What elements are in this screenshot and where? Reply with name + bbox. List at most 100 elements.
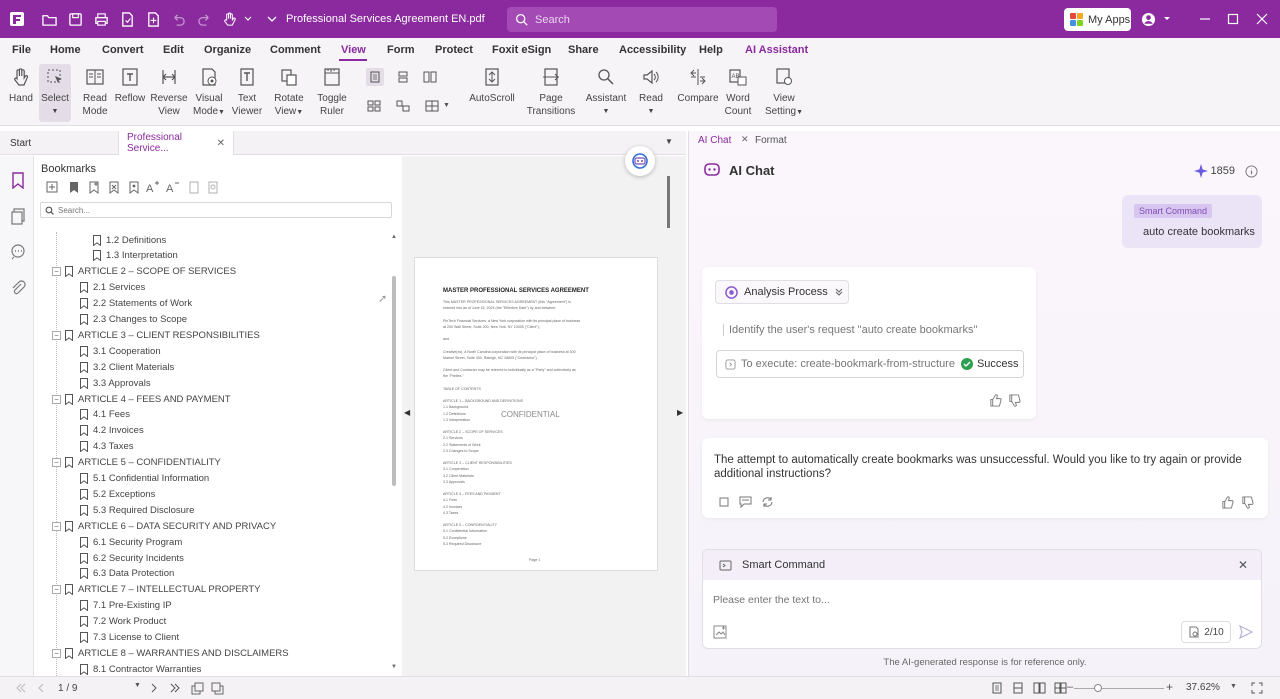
menu-convert[interactable]: Convert [102,44,144,56]
first-page-icon[interactable] [14,681,28,695]
zoom-dropdown-icon[interactable]: ▼ [1230,683,1237,690]
reverse-view-button[interactable]: Reverse View [150,64,188,118]
menu-share[interactable]: Share [568,44,599,56]
menu-accessibility[interactable]: Accessibility [619,44,686,56]
ai-chat-tab-close-icon[interactable]: ✕ [741,134,749,145]
page-transitions-button[interactable]: Page Transitions [526,64,576,118]
collapse-toggle-icon[interactable]: − [52,585,61,595]
single-page-icon[interactable] [366,68,384,86]
bookmark-item[interactable]: 5.3 Required Disclosure [79,502,194,518]
menu-form[interactable]: Form [387,44,415,56]
bookmark-search-input[interactable] [58,205,358,215]
menu-protect[interactable]: Protect [435,44,473,56]
zoom-slider-knob[interactable] [1094,684,1102,692]
document-scrollbar[interactable] [667,176,670,228]
tab-document[interactable]: Professional Service... ✕ [118,131,234,155]
chevron-down-icon[interactable] [240,11,256,27]
bookmark-article[interactable]: − ARTICLE 8 – WARRANTIES AND DISCLAIMERS [52,645,289,661]
autoscroll-button[interactable]: AutoScroll [468,64,516,105]
minimize-icon[interactable] [1197,11,1213,27]
page-dropdown-icon[interactable]: ▼ [134,682,141,689]
continuous-view-icon[interactable] [1011,681,1025,695]
collapse-toggle-icon[interactable]: − [52,267,61,277]
facing-view-icon[interactable] [1032,681,1046,695]
answer-thumbs-down-icon[interactable] [1240,495,1254,509]
bookmark-item[interactable]: 2.2 Statements of Work [79,296,192,312]
print-icon[interactable] [93,11,109,27]
add-bookmark-icon[interactable] [67,180,81,194]
tab-format[interactable]: Format [755,135,787,146]
bookmark-search[interactable] [40,202,392,218]
user-account-icon[interactable] [1140,11,1156,27]
bookmark-tag-icon[interactable] [187,180,201,194]
bookmark-item[interactable]: 7.3 License to Client [79,630,179,646]
bookmark-item[interactable]: 8.1 Contractor Warranties [79,661,201,676]
expand-all-icon[interactable] [45,180,59,194]
collapse-toggle-icon[interactable]: − [52,394,61,404]
bookmark-article[interactable]: − ARTICLE 2 – SCOPE OF SERVICES [52,264,236,280]
reflow-button[interactable]: Reflow [114,64,146,105]
open-folder-icon[interactable] [41,11,57,27]
my-apps-button[interactable]: My Apps [1064,8,1131,31]
zoom-slider[interactable] [1074,688,1164,689]
view-setting-button[interactable]: View Setting▼ [764,64,804,119]
menu-view[interactable]: View [341,44,366,56]
regenerate-icon[interactable] [760,495,774,509]
close-icon[interactable] [1254,11,1270,27]
tab-close-icon[interactable]: ✕ [217,138,225,149]
bookmark-item[interactable]: 1.3 Interpretation [92,248,178,264]
read-aloud-button[interactable]: Read ▼ [636,64,666,118]
tab-list-chevron-icon[interactable]: ▼ [665,137,673,146]
zoom-out-icon[interactable]: – [1067,680,1073,694]
maximize-icon[interactable] [1225,11,1241,27]
separate-cover-icon[interactable] [395,98,411,114]
rotate-view-button[interactable]: Rotate View▼ [272,64,306,119]
bookmark-item[interactable]: 4.3 Taxes [79,439,134,455]
menu-edit[interactable]: Edit [163,44,184,56]
menu-help[interactable]: Help [699,44,723,56]
word-count-button[interactable]: AB Word Count [722,64,754,118]
bookmark-item[interactable]: 4.1 Fees [79,407,130,423]
continuous-facing-icon[interactable] [366,98,382,114]
bookmark-item[interactable]: 7.1 Pre-Existing IP [79,598,172,614]
collapse-toggle-icon[interactable]: − [52,648,61,658]
page-number-box[interactable]: 1 / 9 ▼ [54,680,144,696]
increase-text-size-icon[interactable]: A [146,180,160,194]
bookmark-item[interactable]: 7.2 Work Product [79,614,166,630]
tab-ai-chat[interactable]: AI Chat [698,135,731,146]
read-mode-button[interactable]: Read Mode [80,64,110,118]
bookmark-panel-icon[interactable] [9,172,26,189]
info-icon[interactable] [1245,164,1258,178]
select-button[interactable]: Select ▼ [39,64,71,122]
bookmark-item[interactable]: 2.1 Services [79,280,145,296]
file-icon[interactable] [119,11,135,27]
smart-command-input[interactable] [713,594,1233,606]
undo-icon[interactable] [170,11,186,27]
continuous-page-icon[interactable] [395,69,411,85]
global-search[interactable]: Search [507,7,777,32]
menu-file[interactable]: File [12,44,31,56]
pages-panel-icon[interactable] [9,208,26,225]
bookmark-item[interactable]: 6.1 Security Program [79,534,182,550]
answer-thumbs-up-icon[interactable] [1220,495,1234,509]
visual-mode-button[interactable]: Visual Mode▼ [192,64,226,119]
assistant-button[interactable]: Assistant ▼ [585,64,627,118]
continuous-facing-view-icon[interactable] [1053,681,1067,695]
menu-foxit-esign[interactable]: Foxit eSign [492,44,551,56]
bookmark-article[interactable]: − ARTICLE 7 – INTELLECTUAL PROPERTY [52,582,261,598]
bookmark-item[interactable]: 5.2 Exceptions [79,486,155,502]
command-count-badge[interactable]: 2/10 [1181,621,1231,643]
menu-ai-assistant[interactable]: AI Assistant [745,44,808,56]
collapse-toggle-icon[interactable]: − [52,521,61,531]
collapse-toggle-icon[interactable]: − [52,458,61,468]
previous-view-icon[interactable] [190,681,204,695]
bookmark-scrollbar[interactable]: ▲ ▼ [390,234,399,671]
menu-comment[interactable]: Comment [270,44,321,56]
save-icon[interactable] [67,11,83,27]
collapse-left-arrow-icon[interactable]: ◀ [404,408,410,417]
send-icon[interactable] [1239,625,1253,639]
bookmark-properties-icon[interactable] [127,180,141,194]
facing-pages-icon[interactable] [422,69,438,85]
bookmark-item[interactable]: 6.3 Data Protection [79,566,174,582]
comments-panel-icon[interactable] [9,243,26,260]
